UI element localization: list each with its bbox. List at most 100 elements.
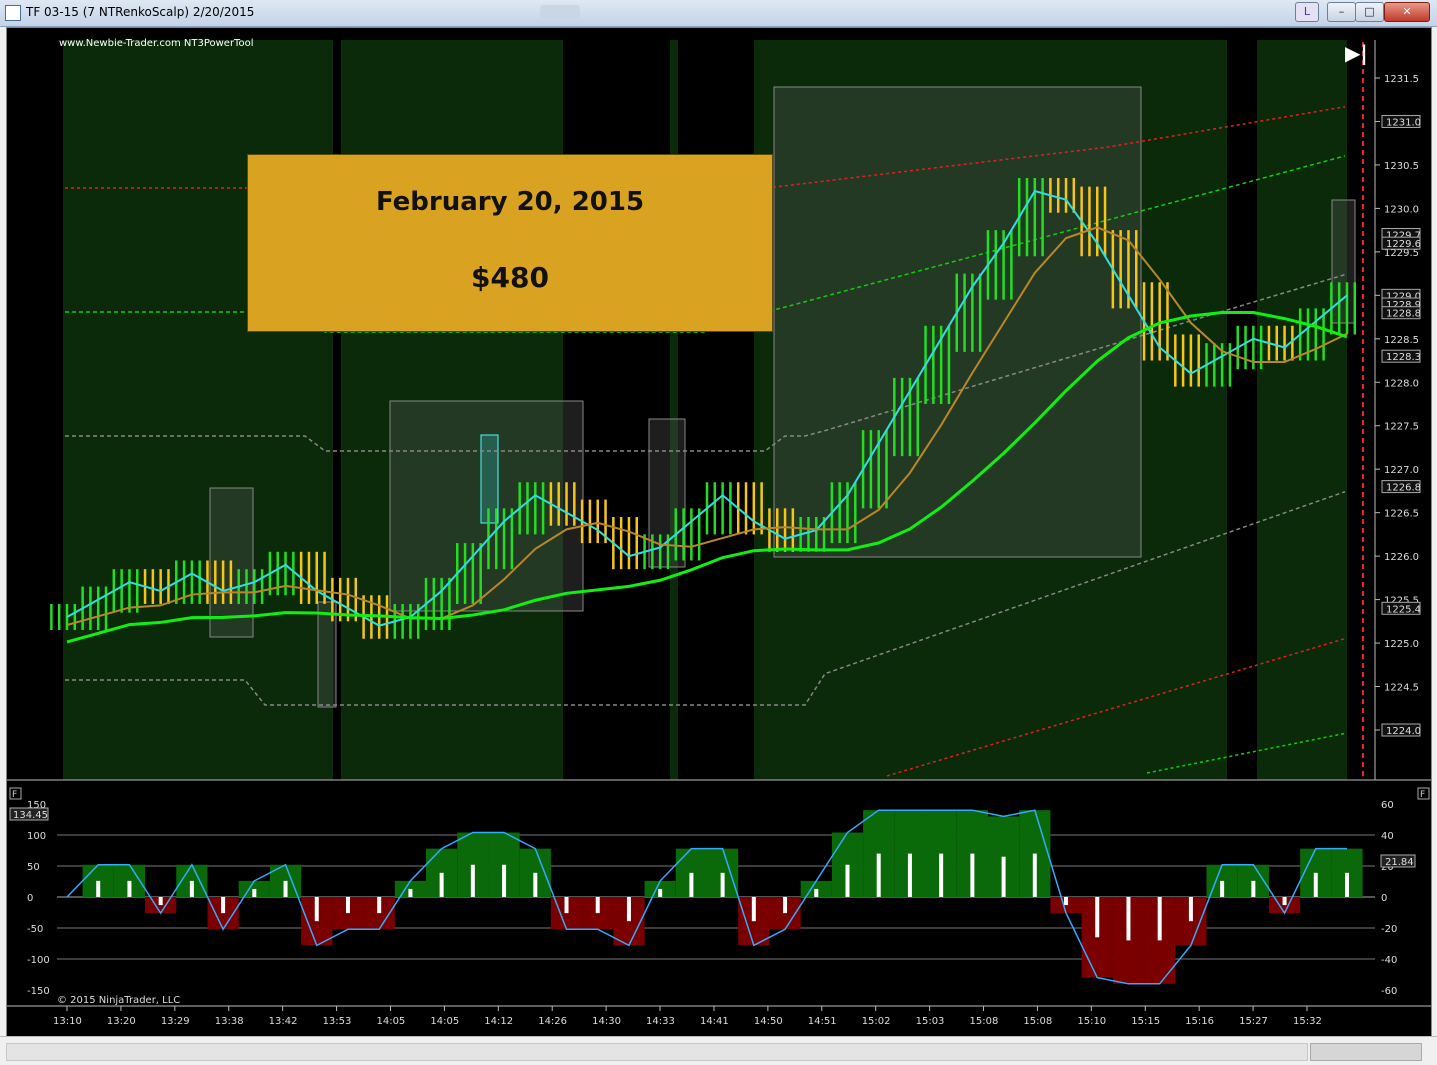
histogram-bar — [1001, 856, 1006, 897]
price-tick-label: 1230.5 — [1384, 161, 1419, 172]
session-shade — [670, 40, 678, 780]
oscillator-right-tick: 0 — [1381, 893, 1387, 904]
time-tick-label: 14:26 — [538, 1016, 567, 1027]
oscillator-right-tag-label: 21.84 — [1385, 857, 1414, 868]
price-tag-label: 1224.0 — [1386, 726, 1421, 737]
histogram-bar — [564, 897, 569, 914]
time-tick-label: 13:29 — [161, 1016, 190, 1027]
price-tag-label: 1228.3 — [1386, 352, 1421, 363]
histogram-bar — [907, 853, 912, 897]
minimize-button[interactable]: – — [1327, 2, 1356, 22]
histogram-bar — [626, 897, 631, 922]
price-tick-label: 1228.5 — [1384, 335, 1419, 346]
histogram-bar — [814, 888, 819, 897]
time-tick-label: 13:20 — [107, 1016, 136, 1027]
time-tick-label: 14:05 — [376, 1016, 405, 1027]
time-tick-label: 14:05 — [430, 1016, 459, 1027]
scroll-end-icon[interactable]: ▶| — [1345, 41, 1368, 65]
time-tick-label: 13:10 — [53, 1016, 82, 1027]
oscillator-left-tag-label: 134.45 — [13, 810, 48, 821]
histogram-bar — [1157, 897, 1162, 941]
histogram-bar — [96, 880, 101, 897]
price-tag-label: 1228.8 — [1386, 309, 1421, 320]
time-tick-label: 15:32 — [1293, 1016, 1322, 1027]
time-tick-label: 15:27 — [1239, 1016, 1268, 1027]
histogram-bar — [252, 888, 257, 897]
oscillator-right-tick: -60 — [1381, 986, 1397, 997]
oscillator-left-tick: 0 — [27, 893, 33, 904]
price-tag-label: 1229.6 — [1386, 239, 1421, 250]
histogram-bar — [127, 880, 132, 897]
oscillator-right-tick: 40 — [1381, 831, 1394, 842]
time-tick-label: 14:51 — [808, 1016, 837, 1027]
panel-flag-right-label: F — [1420, 790, 1425, 800]
histogram-bar — [1220, 880, 1225, 897]
price-tag-label: 1231.0 — [1386, 117, 1421, 128]
histogram-bar — [377, 897, 382, 914]
time-tick-label: 15:02 — [862, 1016, 891, 1027]
histogram-bar — [751, 897, 756, 922]
histogram-bar — [283, 880, 288, 897]
histogram-bar — [595, 897, 600, 914]
histogram-bar — [970, 853, 975, 897]
session-shade — [63, 40, 333, 780]
time-tick-label: 13:38 — [215, 1016, 244, 1027]
price-tick-label: 1231.5 — [1384, 74, 1419, 85]
oscillator-left-tick: -150 — [27, 986, 50, 997]
histogram-bar — [1095, 897, 1100, 938]
time-tick-label: 14:12 — [484, 1016, 513, 1027]
promo-banner: February 20, 2015 $480 — [247, 154, 773, 332]
oscillator-left-tick: -100 — [27, 955, 50, 966]
histogram-bar — [845, 864, 850, 897]
price-tag-label: 1225.4 — [1386, 604, 1421, 615]
histogram-bar — [876, 853, 881, 897]
price-tick-label: 1228.0 — [1384, 378, 1419, 389]
histogram-bar — [1126, 897, 1131, 941]
histogram-bar — [783, 897, 788, 914]
time-tick-label: 13:42 — [269, 1016, 298, 1027]
time-tick-label: 15:15 — [1131, 1016, 1160, 1027]
time-tick-label: 15:08 — [970, 1016, 999, 1027]
time-tick-label: 14:50 — [754, 1016, 783, 1027]
histogram-bar — [1313, 872, 1318, 897]
oscillator-right-tick: -20 — [1381, 924, 1397, 935]
window-title: TF 03-15 (7 NTRenkoScalp) 2/20/2015 — [26, 5, 255, 19]
histogram-bar — [314, 897, 319, 922]
close-button[interactable]: ✕ — [1384, 2, 1430, 22]
copyright-text: © 2015 NinjaTrader, LLC — [57, 995, 180, 1006]
histogram-bar — [1064, 897, 1069, 906]
price-tick-label: 1224.5 — [1384, 683, 1419, 694]
status-bar — [0, 1036, 1437, 1065]
histogram-bar — [221, 897, 226, 914]
banner-date: February 20, 2015 — [375, 187, 645, 217]
banner-amount: $480 — [471, 261, 549, 294]
oscillator-left-tick: -50 — [27, 924, 43, 935]
histogram-bar — [1282, 897, 1287, 906]
time-tick-label: 14:41 — [700, 1016, 729, 1027]
time-tick-label: 15:10 — [1077, 1016, 1106, 1027]
maximize-button[interactable]: □ — [1355, 2, 1384, 22]
price-tick-label: 1227.0 — [1384, 465, 1419, 476]
time-tick-label: 15:03 — [916, 1016, 945, 1027]
histogram-bar — [158, 897, 163, 906]
time-tick-label: 14:30 — [592, 1016, 621, 1027]
oscillator-left-tick: 100 — [27, 831, 46, 842]
horizontal-scroll-thumb[interactable] — [1310, 1043, 1422, 1061]
oscillator-panel: 150100500-50-100-1506040200-20-40-60134.… — [9, 800, 1416, 997]
time-tick-label: 14:33 — [646, 1016, 675, 1027]
histogram-bar — [1032, 853, 1037, 897]
histogram-bar — [408, 888, 413, 897]
oscillator-left-tick: 50 — [27, 862, 40, 873]
time-tick-label: 13:53 — [323, 1016, 352, 1027]
histogram-bar — [1345, 872, 1349, 897]
histogram-bar — [189, 880, 194, 897]
oscillator-right-tick: -40 — [1381, 955, 1397, 966]
time-tick-label: 15:16 — [1185, 1016, 1214, 1027]
oscillator-right-tick: 60 — [1381, 800, 1394, 811]
histogram-bar — [470, 864, 475, 897]
window-titlebar: TF 03-15 (7 NTRenkoScalp) 2/20/2015 L – … — [0, 0, 1437, 27]
horizontal-scroll-track[interactable] — [6, 1043, 1308, 1061]
watermark-text: www.Newbie-Trader.com NT3PowerTool — [59, 38, 253, 49]
link-button[interactable]: L — [1295, 2, 1319, 22]
histogram-bar — [720, 872, 725, 897]
